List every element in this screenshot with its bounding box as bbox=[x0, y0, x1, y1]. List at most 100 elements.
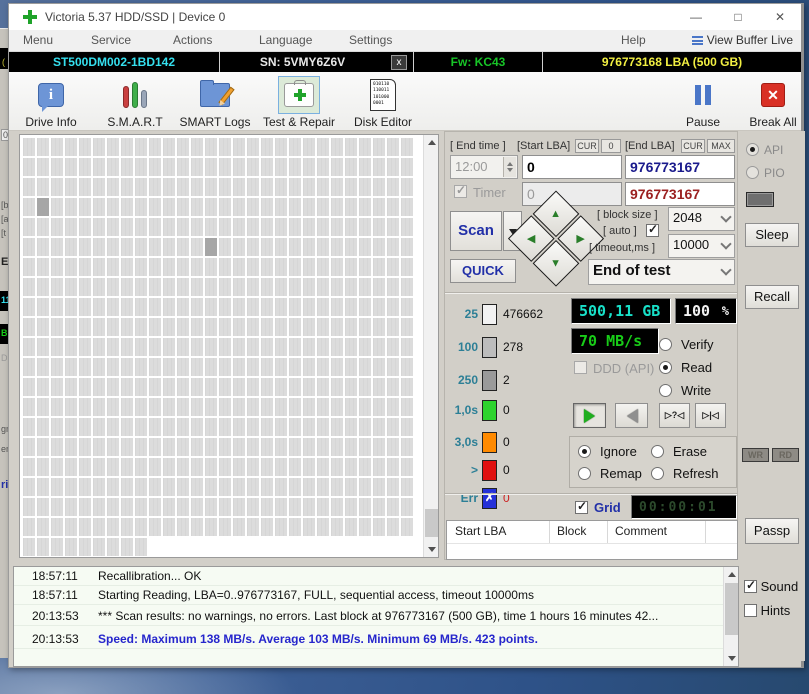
scan-block bbox=[93, 518, 105, 536]
end-lba-max-button[interactable]: MAX bbox=[707, 139, 735, 153]
drive-info-button[interactable]: i Drive Info bbox=[9, 76, 93, 129]
spinner-arrows-icon[interactable] bbox=[503, 157, 516, 177]
hints-option[interactable]: Hints bbox=[744, 603, 790, 618]
scan-block bbox=[205, 338, 217, 356]
end-of-test-combo[interactable]: End of test bbox=[588, 259, 735, 285]
play-forward-button[interactable] bbox=[573, 403, 606, 428]
hints-checkbox[interactable] bbox=[744, 604, 757, 617]
ignore-radio[interactable] bbox=[578, 445, 591, 458]
menu-item-help[interactable]: Help bbox=[621, 33, 646, 47]
menu-item-settings[interactable]: Settings bbox=[349, 33, 392, 47]
quick-button[interactable]: QUICK bbox=[450, 259, 516, 283]
scan-block bbox=[79, 258, 91, 276]
block-size-combo[interactable]: 2048 bbox=[668, 207, 735, 231]
scan-block bbox=[121, 318, 133, 336]
log-scrollbar[interactable] bbox=[723, 567, 738, 666]
write-radio[interactable] bbox=[659, 384, 672, 397]
scan-block bbox=[373, 418, 385, 436]
smart-button[interactable]: S.M.A.R.T bbox=[93, 76, 177, 129]
scan-block-grid bbox=[23, 138, 421, 556]
remap-radio[interactable] bbox=[578, 467, 591, 480]
start-lba-input[interactable]: 0 bbox=[522, 155, 622, 179]
timer-checkbox[interactable] bbox=[454, 183, 467, 198]
scan-block bbox=[93, 198, 105, 216]
pio-option[interactable]: PIO bbox=[746, 164, 785, 182]
scan-block bbox=[191, 158, 203, 176]
app-icon bbox=[23, 10, 37, 24]
menu-item-actions[interactable]: Actions bbox=[173, 33, 212, 47]
drive-firmware: Fw: KC43 bbox=[450, 55, 506, 69]
scan-block bbox=[345, 398, 357, 416]
scroll-up-icon[interactable] bbox=[724, 567, 738, 582]
scroll-up-icon[interactable] bbox=[424, 135, 438, 150]
end-lba-input[interactable]: 976773167 bbox=[625, 155, 735, 179]
scan-block bbox=[345, 438, 357, 456]
start-lba-zero-button[interactable]: 0 bbox=[601, 139, 621, 153]
scan-block bbox=[247, 138, 259, 156]
scan-button[interactable]: Scan bbox=[450, 211, 502, 251]
seek-end-button[interactable]: ▷|◁ bbox=[695, 403, 726, 428]
recall-button[interactable]: Recall bbox=[745, 285, 799, 309]
grid-checkbox[interactable] bbox=[575, 499, 588, 514]
menu-item-menu[interactable]: Menu bbox=[23, 33, 53, 47]
scan-block bbox=[303, 178, 315, 196]
sound-checkbox[interactable] bbox=[744, 578, 757, 593]
scan-block bbox=[345, 238, 357, 256]
break-all-button[interactable]: ✕ Break All bbox=[731, 76, 809, 129]
refresh-radio[interactable] bbox=[651, 467, 664, 480]
timer-input[interactable]: 0 bbox=[522, 182, 622, 206]
scan-block bbox=[373, 278, 385, 296]
end-lba-cur-button[interactable]: CUR bbox=[681, 139, 705, 153]
scan-block bbox=[177, 298, 189, 316]
scan-block bbox=[303, 458, 315, 476]
scan-block bbox=[93, 298, 105, 316]
log-panel: 18:57:11 Recallibration... OK 18:57:11 S… bbox=[13, 566, 739, 667]
scrollbar-thumb[interactable] bbox=[725, 583, 738, 635]
smart-logs-button[interactable]: SMART Logs bbox=[173, 76, 257, 129]
scan-grid-scrollbar[interactable] bbox=[423, 135, 438, 557]
sound-option[interactable]: Sound bbox=[744, 578, 798, 594]
end-lba-input-2[interactable]: 976773167 bbox=[625, 182, 735, 206]
scan-block bbox=[345, 318, 357, 336]
timeout-combo[interactable]: 10000 bbox=[668, 234, 735, 258]
ddd-api-checkbox[interactable] bbox=[574, 361, 587, 374]
scroll-down-icon[interactable] bbox=[424, 542, 438, 557]
scan-block bbox=[93, 498, 105, 516]
erase-radio[interactable] bbox=[651, 445, 664, 458]
close-button[interactable]: ✕ bbox=[759, 4, 801, 30]
scroll-down-icon[interactable] bbox=[724, 651, 738, 666]
seek-error-button[interactable]: ▷?◁ bbox=[659, 403, 690, 428]
menu-item-language[interactable]: Language bbox=[259, 33, 312, 47]
menu-item-service[interactable]: Service bbox=[91, 33, 131, 47]
api-option[interactable]: API bbox=[746, 141, 783, 159]
title-bar[interactable]: Victoria 5.37 HDD/SSD | Device 0 — □ ✕ bbox=[9, 4, 801, 30]
test-repair-button[interactable]: Test & Repair bbox=[257, 76, 341, 129]
scrollbar-thumb[interactable] bbox=[425, 509, 438, 537]
api-radio[interactable] bbox=[746, 143, 759, 156]
read-radio[interactable] bbox=[659, 361, 672, 374]
scan-block bbox=[65, 278, 77, 296]
scan-block bbox=[65, 478, 77, 496]
scan-block bbox=[219, 498, 231, 516]
pio-radio[interactable] bbox=[746, 166, 759, 179]
disk-editor-button[interactable]: 010110 110011 101000 0001 Disk Editor bbox=[341, 76, 425, 129]
passp-button[interactable]: Passp bbox=[745, 518, 799, 544]
scan-block bbox=[233, 358, 245, 376]
scan-block bbox=[37, 358, 49, 376]
scan-block bbox=[37, 518, 49, 536]
scan-block bbox=[51, 538, 63, 556]
maximize-button[interactable]: □ bbox=[717, 4, 759, 30]
verify-radio[interactable] bbox=[659, 338, 672, 351]
minimize-button[interactable]: — bbox=[675, 4, 717, 30]
scan-block bbox=[387, 518, 399, 536]
auto-checkbox[interactable] bbox=[646, 222, 659, 237]
play-backward-button[interactable] bbox=[615, 403, 648, 428]
rd-button[interactable]: RD bbox=[772, 448, 799, 462]
view-buffer-live[interactable]: View Buffer Live bbox=[691, 33, 793, 47]
sleep-button[interactable]: Sleep bbox=[745, 223, 799, 247]
wr-button[interactable]: WR bbox=[742, 448, 769, 462]
end-time-spinner[interactable]: 12:00 bbox=[450, 155, 518, 179]
drivebar-close-button[interactable]: x bbox=[391, 54, 407, 70]
scan-block bbox=[359, 418, 371, 436]
start-lba-cur-button[interactable]: CUR bbox=[575, 139, 599, 153]
